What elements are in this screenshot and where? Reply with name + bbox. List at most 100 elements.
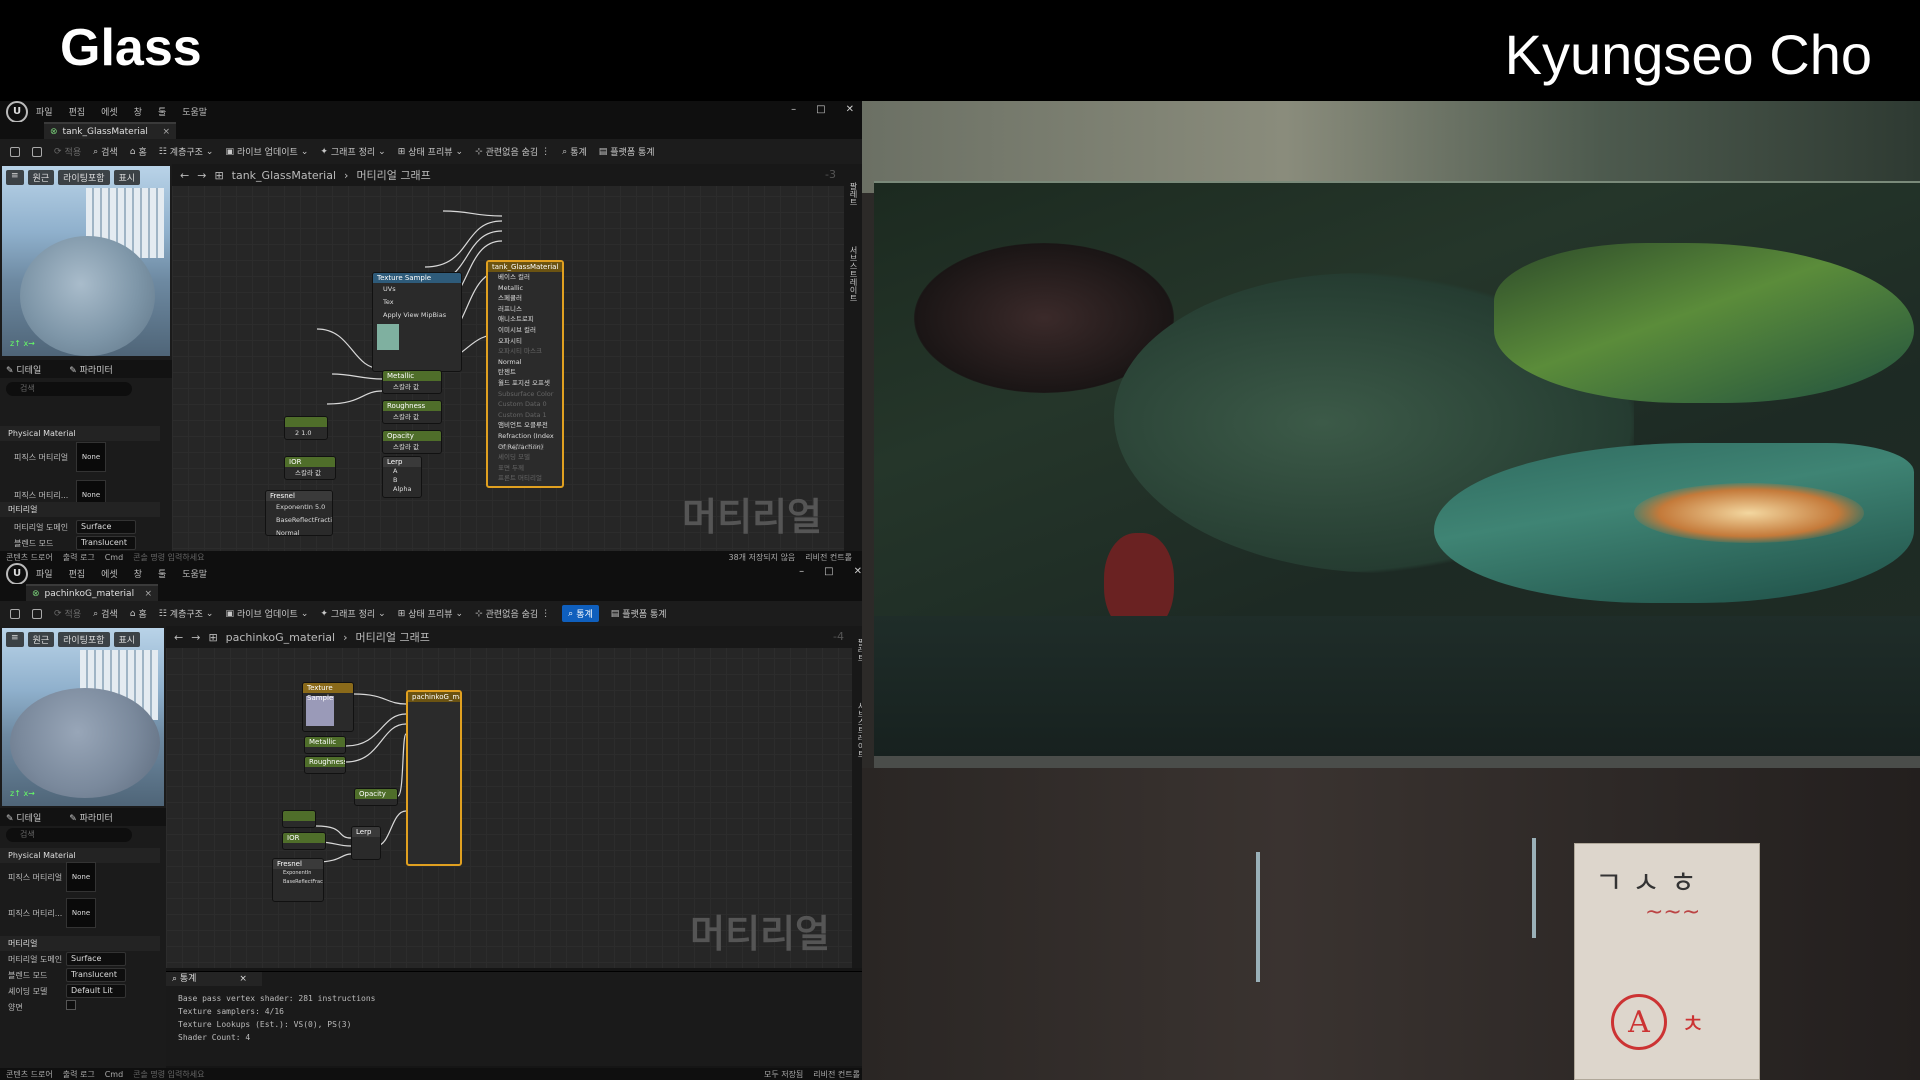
output-log-button[interactable]: 출력 로그 [63, 1069, 95, 1080]
menu-asset[interactable]: 에셋 [101, 105, 118, 118]
minimize-icon[interactable]: – [799, 566, 804, 577]
menu-file[interactable]: 파일 [36, 105, 53, 118]
search-button[interactable]: ⌕ 검색 [93, 607, 118, 621]
content-drawer-button[interactable]: 콘텐츠 드로어 [6, 552, 53, 563]
section-physical-material[interactable]: Physical Material [0, 848, 160, 863]
node-ior[interactable]: IOR 스칼라 값 [284, 456, 336, 480]
menu-asset[interactable]: 에셋 [101, 567, 118, 580]
tab-details[interactable]: ✎ 디테일 [6, 363, 41, 376]
unreal-logo-icon[interactable]: U [6, 563, 28, 585]
platform-stats-button[interactable]: ▤ 플랫폼 통계 [611, 607, 667, 621]
maximize-icon[interactable]: □ [824, 566, 833, 577]
preview-state-button[interactable]: ⊞ 상태 프리뷰 ⌄ [398, 145, 463, 159]
tab-substrate[interactable]: 서브스트레이트 [848, 246, 859, 302]
revision-control-button[interactable]: 리비전 컨트롤 [805, 552, 852, 563]
tab-parameters[interactable]: ✎ 파라미터 [69, 363, 113, 376]
home-button[interactable]: ⌂ 홈 [130, 145, 147, 159]
two-sided-checkbox[interactable] [66, 1000, 76, 1010]
tab-close-icon[interactable]: × [144, 589, 152, 599]
material-graph-canvas[interactable]: ← → ⊞ tank_GlassMaterial › 머티리얼 그래프 -3 머… [172, 164, 844, 551]
node-metallic[interactable]: Metallic [304, 736, 346, 754]
stats-tab[interactable]: ⌕ 통계 × [166, 972, 262, 986]
browse-icon[interactable] [32, 146, 42, 157]
lit-button[interactable]: 라이팅포함 [58, 632, 110, 647]
details-search-input[interactable]: 검색 [6, 382, 132, 396]
menu-file[interactable]: 파일 [36, 567, 53, 580]
clean-graph-button[interactable]: ✦ 그래프 정리 ⌄ [320, 145, 385, 159]
node-texture-sample[interactable]: Texture Sample [302, 682, 354, 732]
unsaved-status[interactable]: 38개 저장되지 않음 [729, 552, 796, 563]
node-opacity[interactable]: Opacity [354, 788, 398, 806]
menu-help[interactable]: 도움말 [182, 567, 207, 580]
close-icon[interactable]: ✕ [854, 566, 862, 577]
console-input[interactable]: 콘솔 명령 입력하세요 [133, 552, 204, 563]
menu-tools[interactable]: 툴 [158, 105, 166, 118]
phys-mat2-thumb[interactable]: None [66, 898, 96, 928]
node-lerp[interactable]: Lerp [351, 826, 381, 860]
maximize-icon[interactable]: □ [816, 104, 825, 115]
hide-unrelated-button[interactable]: ⊹ 관련없음 숨김 ⋮ [475, 145, 550, 159]
platform-stats-button[interactable]: ▤ 플랫폼 통계 [599, 145, 655, 159]
node-material-output[interactable]: tank_GlassMaterial 베이스 컬러 Metallic 스페큘러 … [486, 260, 564, 488]
cmd-button[interactable]: Cmd [105, 1070, 123, 1079]
clean-graph-button[interactable]: ✦ 그래프 정리 ⌄ [320, 607, 385, 621]
menu-edit[interactable]: 편집 [69, 105, 86, 118]
preview-state-button[interactable]: ⊞ 상태 프리뷰 ⌄ [398, 607, 463, 621]
live-update-button[interactable]: ▣ 라이브 업데이트 ⌄ [225, 145, 308, 159]
domain-select[interactable]: Surface [66, 952, 126, 966]
blend-select[interactable]: Translucent [66, 968, 126, 982]
node-opacity[interactable]: Opacity 스칼라 값 [382, 430, 442, 454]
show-button[interactable]: 표시 [113, 632, 141, 647]
details-search-input[interactable]: 검색 [6, 828, 132, 842]
menu-window[interactable]: 창 [134, 105, 142, 118]
section-material[interactable]: 머티리얼 [0, 936, 160, 951]
stats-button[interactable]: ⌕ 통계 [562, 145, 587, 159]
tab-tank-glass-material[interactable]: ⊗ tank_GlassMaterial × [44, 122, 176, 139]
tab-details[interactable]: ✎ 디테일 [6, 811, 41, 824]
node-ior[interactable]: IOR [282, 832, 326, 850]
node-lerp[interactable]: Lerp A B Alpha [382, 456, 422, 498]
saved-status[interactable]: 모두 저장됨 [764, 1069, 803, 1080]
node-texture-sample[interactable]: Texture Sample UVs Tex Apply View MipBia… [372, 272, 462, 372]
section-material[interactable]: 머티리얼 [0, 502, 160, 517]
menu-edit[interactable]: 편집 [69, 567, 86, 580]
apply-button[interactable]: ⟳ 적용 [54, 145, 81, 159]
minimize-icon[interactable]: – [791, 104, 796, 115]
node-metallic[interactable]: Metallic 스칼라 값 [382, 370, 442, 394]
perspective-button[interactable]: 원근 [27, 170, 55, 185]
viewport-menu-icon[interactable]: ≡ [6, 632, 24, 647]
menu-window[interactable]: 창 [134, 567, 142, 580]
node-scalar[interactable]: 2 1.0 [284, 416, 328, 440]
material-graph-canvas[interactable]: ← → ⊞ pachinkoG_material › 머티리얼 그래프 -4 머… [166, 626, 852, 968]
live-update-button[interactable]: ▣ 라이브 업데이트 ⌄ [225, 607, 308, 621]
preview-viewport[interactable]: ≡ 원근 라이팅포함 표시 z↑ x→ [2, 628, 164, 806]
node-scalar[interactable] [282, 810, 316, 828]
tab-palette[interactable]: 팔레트 [848, 182, 859, 206]
node-material-output[interactable]: pachinkoG_material [406, 690, 462, 866]
blend-select[interactable]: Translucent [76, 536, 136, 550]
menu-tools[interactable]: 툴 [158, 567, 166, 580]
unreal-logo-icon[interactable]: U [6, 101, 28, 123]
output-log-button[interactable]: 출력 로그 [63, 552, 95, 563]
revision-control-button[interactable]: 리비전 컨트롤 [813, 1069, 860, 1080]
node-roughness[interactable]: Roughness [304, 756, 346, 774]
close-icon[interactable]: ✕ [846, 104, 854, 115]
cmd-button[interactable]: Cmd [105, 553, 123, 562]
lit-button[interactable]: 라이팅포함 [58, 170, 110, 185]
shading-model-select[interactable]: Default Lit [66, 984, 126, 998]
hierarchy-button[interactable]: ☷ 계층구조 ⌄ [159, 607, 214, 621]
console-input[interactable]: 콘솔 명령 입력하세요 [133, 1069, 204, 1080]
section-physical-material[interactable]: Physical Material [0, 426, 160, 441]
domain-select[interactable]: Surface [76, 520, 136, 534]
node-fresnel[interactable]: Fresnel ExponentIn BaseReflectFractionIn [272, 858, 324, 902]
preview-viewport[interactable]: ≡ 원근 라이팅포함 표시 z↑ x→ [2, 166, 170, 356]
search-button[interactable]: ⌕ 검색 [93, 145, 118, 159]
menu-help[interactable]: 도움말 [182, 105, 207, 118]
hide-unrelated-button[interactable]: ⊹ 관련없음 숨김 ⋮ [475, 607, 550, 621]
content-drawer-button[interactable]: 콘텐츠 드로어 [6, 1069, 53, 1080]
node-roughness[interactable]: Roughness 스칼라 값 [382, 400, 442, 424]
perspective-button[interactable]: 원근 [27, 632, 55, 647]
save-icon[interactable] [10, 608, 20, 619]
phys-mat-thumb[interactable]: None [76, 442, 106, 472]
tab-pachinko-material[interactable]: ⊗ pachinkoG_material × [26, 584, 158, 601]
